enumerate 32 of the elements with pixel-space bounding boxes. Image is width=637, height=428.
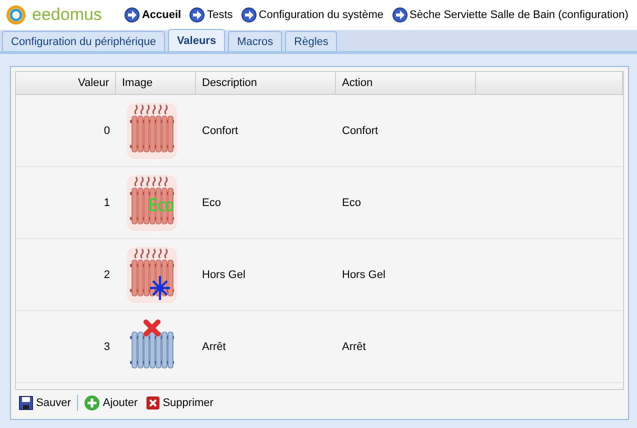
table-cell: Eco	[336, 167, 476, 239]
add-icon	[84, 394, 100, 410]
table-cell: Hors Gel	[196, 239, 336, 311]
table-cell: Confort	[196, 95, 336, 167]
column-header[interactable]: Action	[336, 72, 476, 95]
logo-icon	[6, 5, 26, 25]
tab[interactable]: Règles	[285, 31, 338, 51]
table-cell: 0	[16, 95, 116, 167]
save-button[interactable]: Sauver	[17, 396, 73, 410]
table-cell: Arrêt	[196, 311, 336, 383]
column-header[interactable]: Image	[116, 72, 196, 95]
delete-icon	[146, 396, 160, 410]
delete-button[interactable]: Supprimer	[144, 396, 216, 410]
table-cell: 1	[16, 167, 116, 239]
breadcrumb-link[interactable]: Accueil	[124, 7, 182, 23]
tab[interactable]: Configuration du périphérique	[2, 31, 165, 51]
table-cell: Eco	[196, 167, 336, 239]
column-header[interactable]: Valeur	[16, 72, 116, 95]
logo-text: eedomus	[32, 5, 102, 25]
table-cell: Hors Gel	[336, 239, 476, 311]
table-cell: 3	[16, 311, 116, 383]
table-cell: 2	[16, 239, 116, 311]
add-button[interactable]: Ajouter	[82, 394, 140, 410]
table-cell: Confort	[336, 95, 476, 167]
tab[interactable]: Macros	[228, 31, 282, 51]
breadcrumb-link[interactable]: Configuration du système	[240, 7, 384, 23]
breadcrumb-link[interactable]: Sèche Serviette Salle de Bain (configuration)	[392, 7, 628, 23]
eco-label: Eco	[148, 196, 173, 216]
breadcrumb-link[interactable]: Tests	[189, 7, 233, 23]
tab[interactable]: Valeurs	[168, 29, 226, 51]
column-header[interactable]: Description	[196, 72, 336, 95]
table-cell: Arrêt	[336, 311, 476, 383]
